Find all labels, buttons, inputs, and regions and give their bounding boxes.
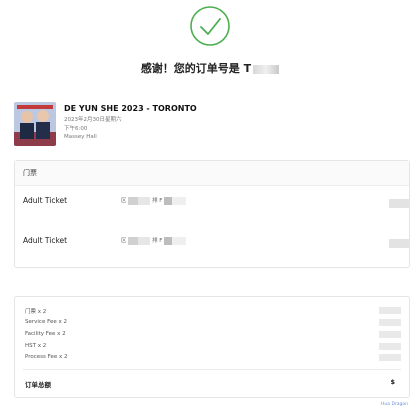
- order-confirmation-title: 感谢！您的订单号是 T: [0, 60, 420, 76]
- redacted-block: [379, 331, 401, 338]
- redacted-block: [379, 307, 401, 314]
- redacted-block: [164, 236, 173, 245]
- seat-info: 区 排 F: [121, 196, 187, 205]
- redacted-block: [138, 236, 151, 245]
- check-circle-icon: [189, 5, 231, 47]
- ticket-type: Adult Ticket: [23, 236, 68, 245]
- event-time: 下午6:00: [64, 126, 88, 132]
- seat-section: 区: [121, 238, 127, 244]
- event-poster: [14, 102, 56, 146]
- redacted-block: [138, 196, 151, 205]
- total-label: 订单总额: [25, 381, 51, 389]
- order-number-redacted: [253, 64, 280, 74]
- event-summary: DE YUN SHE 2023 - TORONTO 2023年2月30日星期六 …: [14, 102, 406, 152]
- redacted-block: [128, 196, 139, 205]
- summary-line: HST x 2: [25, 343, 47, 349]
- seat-row: 排 F: [152, 238, 163, 244]
- summary-line: Process Fee x 2: [25, 354, 68, 360]
- tickets-card: 门票 Adult Ticket 区 排 F Adult Ticket 区 排 F: [14, 160, 410, 268]
- redacted-block: [172, 236, 187, 245]
- redacted-block: [164, 196, 173, 205]
- tickets-header: 门票: [15, 161, 409, 186]
- redacted-block: [379, 343, 401, 350]
- summary-line: 门票 x 2: [25, 309, 47, 315]
- event-title: DE YUN SHE 2023 - TORONTO: [64, 104, 197, 113]
- summary-line: Service Fee x 2: [25, 319, 67, 325]
- event-date: 2023年2月30日星期六: [64, 117, 122, 123]
- seat-row: 排 F: [152, 198, 163, 204]
- ticket-type: Adult Ticket: [23, 196, 68, 205]
- divider: [23, 369, 401, 370]
- redacted-block: [389, 199, 409, 208]
- seat-info: 区 排 F: [121, 236, 187, 245]
- redacted-block: [389, 239, 409, 248]
- redacted-block: [379, 319, 401, 326]
- order-summary-card: 门票 x 2 Service Fee x 2 Facility Fee x 2 …: [14, 296, 410, 398]
- redacted-block: [379, 354, 401, 361]
- title-prefix: 感谢！您的订单号是: [140, 62, 244, 75]
- seat-section: 区: [121, 198, 127, 204]
- order-number: T: [243, 62, 252, 75]
- footer-link[interactable]: Hua Dragon: [381, 402, 408, 407]
- event-venue: Massey Hall: [64, 134, 97, 140]
- summary-line: Facility Fee x 2: [25, 331, 66, 337]
- redacted-block: [128, 236, 139, 245]
- total-value: $: [390, 378, 395, 386]
- redacted-block: [172, 196, 187, 205]
